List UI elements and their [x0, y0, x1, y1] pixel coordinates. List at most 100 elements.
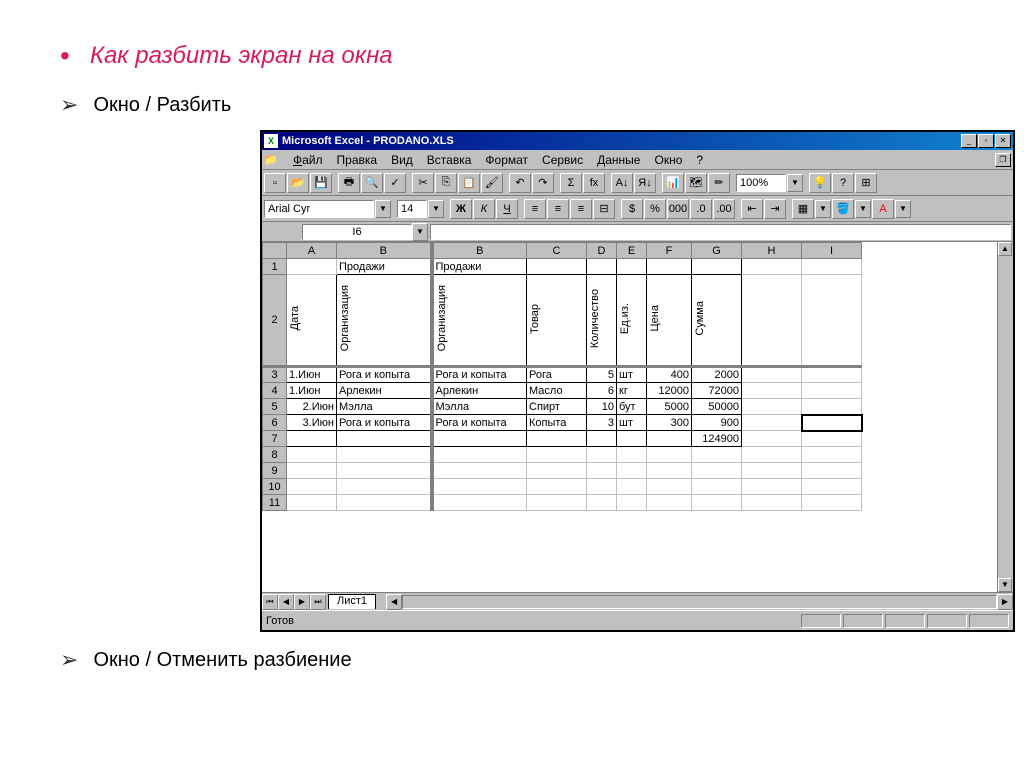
cell[interactable]: Дата — [287, 275, 337, 367]
cell[interactable]: шт — [617, 367, 647, 383]
cell[interactable]: Сумма — [692, 275, 742, 367]
cell[interactable] — [287, 259, 337, 275]
row-header-8[interactable]: 8 — [263, 447, 287, 463]
cell[interactable]: Рога и копыта — [337, 415, 432, 431]
paste-icon[interactable]: 📋 — [458, 173, 480, 193]
cell[interactable] — [802, 383, 862, 399]
cell[interactable] — [527, 259, 587, 275]
cell[interactable]: 6 — [587, 383, 617, 399]
undo-icon[interactable]: ↶ — [509, 173, 531, 193]
cell[interactable] — [742, 399, 802, 415]
menu-help[interactable]: ? — [689, 151, 710, 169]
maximize-button[interactable]: ▫ — [978, 134, 994, 148]
size-select[interactable]: 14 — [397, 200, 427, 218]
percent-icon[interactable]: % — [644, 199, 666, 219]
cell[interactable]: кг — [617, 383, 647, 399]
align-center-icon[interactable]: ≡ — [547, 199, 569, 219]
sum-icon[interactable]: Σ — [560, 173, 582, 193]
cell[interactable]: Рога — [527, 367, 587, 383]
row-header-3[interactable]: 3 — [263, 367, 287, 383]
scroll-up-icon[interactable]: ▲ — [998, 242, 1012, 256]
menu-data[interactable]: Данные — [590, 151, 647, 169]
align-left-icon[interactable]: ≡ — [524, 199, 546, 219]
cell[interactable]: 3 — [587, 415, 617, 431]
row-header-10[interactable]: 10 — [263, 479, 287, 495]
row-header-5[interactable]: 5 — [263, 399, 287, 415]
menu-insert[interactable]: Вставка — [420, 151, 479, 169]
cellref-dropdown[interactable]: ▼ — [412, 223, 428, 241]
cell[interactable]: Масло — [527, 383, 587, 399]
cell[interactable]: Арлекин — [337, 383, 432, 399]
row-header-1[interactable]: 1 — [263, 259, 287, 275]
sheet-tab-1[interactable]: Лист1 — [328, 594, 376, 609]
cell[interactable]: 1.Июн — [287, 383, 337, 399]
close-button[interactable]: ✕ — [995, 134, 1011, 148]
tip-icon[interactable]: 💡 — [809, 173, 831, 193]
cell[interactable]: Рога и копыта — [432, 367, 527, 383]
row-header-4[interactable]: 4 — [263, 383, 287, 399]
col-header-a[interactable]: A — [287, 243, 337, 259]
cell[interactable]: Рога и копыта — [337, 367, 432, 383]
cell[interactable] — [617, 431, 647, 447]
fill-color-icon[interactable]: 🪣 — [832, 199, 854, 219]
next-sheet-icon[interactable]: ▶ — [294, 594, 310, 610]
cell[interactable]: Мэлла — [432, 399, 527, 415]
cell[interactable]: шт — [617, 415, 647, 431]
cell[interactable] — [802, 431, 862, 447]
cell[interactable] — [802, 399, 862, 415]
indent-in-icon[interactable]: ⇥ — [764, 199, 786, 219]
cell[interactable]: 3.Июн — [287, 415, 337, 431]
cell-reference[interactable]: I6 — [302, 224, 412, 240]
sort-desc-icon[interactable]: Я↓ — [634, 173, 656, 193]
cell[interactable] — [587, 259, 617, 275]
cell[interactable]: 1.Июн — [287, 367, 337, 383]
spell-icon[interactable]: ✓ — [384, 173, 406, 193]
cell[interactable]: Мэлла — [337, 399, 432, 415]
restore-button[interactable]: ❐ — [995, 153, 1011, 167]
cell[interactable]: Организация — [337, 275, 432, 367]
cell[interactable] — [287, 431, 337, 447]
cell[interactable] — [432, 431, 527, 447]
row-header-7[interactable]: 7 — [263, 431, 287, 447]
col-header-h[interactable]: H — [742, 243, 802, 259]
col-header-g[interactable]: G — [692, 243, 742, 259]
cell[interactable] — [742, 259, 802, 275]
menu-edit[interactable]: Правка — [330, 151, 385, 169]
cut-icon[interactable]: ✂ — [412, 173, 434, 193]
new-icon[interactable]: ▫ — [264, 173, 286, 193]
cell[interactable] — [742, 415, 802, 431]
preview-icon[interactable]: 🔍 — [361, 173, 383, 193]
cell[interactable]: 5 — [587, 367, 617, 383]
cell[interactable]: 400 — [647, 367, 692, 383]
cell[interactable] — [647, 431, 692, 447]
cell[interactable]: Спирт — [527, 399, 587, 415]
merge-icon[interactable]: ⊟ — [593, 199, 615, 219]
active-cell[interactable] — [802, 415, 862, 431]
format-painter-icon[interactable]: 🖌 — [481, 173, 503, 193]
cell[interactable] — [802, 259, 862, 275]
scroll-down-icon[interactable]: ▼ — [998, 578, 1012, 592]
cell[interactable]: Продажи — [337, 259, 432, 275]
size-dropdown[interactable]: ▼ — [428, 200, 444, 218]
cell[interactable] — [337, 431, 432, 447]
fill-dropdown[interactable]: ▼ — [855, 200, 871, 218]
cell[interactable]: 50000 — [692, 399, 742, 415]
zoom-dropdown[interactable]: ▼ — [787, 174, 803, 192]
menu-window[interactable]: Окно — [647, 151, 689, 169]
cell[interactable] — [742, 367, 802, 383]
scroll-left-icon[interactable]: ◀ — [386, 594, 402, 610]
cell[interactable]: Количество — [587, 275, 617, 367]
cell[interactable] — [647, 259, 692, 275]
cell[interactable]: Рога и копыта — [432, 415, 527, 431]
last-sheet-icon[interactable]: ⏭ — [310, 594, 326, 610]
cell[interactable] — [617, 259, 647, 275]
copy-icon[interactable]: ⎘ — [435, 173, 457, 193]
cell[interactable]: Цена — [647, 275, 692, 367]
first-sheet-icon[interactable]: ⏮ — [262, 594, 278, 610]
font-color-icon[interactable]: A — [872, 199, 894, 219]
cell[interactable]: 10 — [587, 399, 617, 415]
map-icon[interactable]: 🗺 — [685, 173, 707, 193]
draw-icon[interactable]: ✏ — [708, 173, 730, 193]
indent-out-icon[interactable]: ⇤ — [741, 199, 763, 219]
cell[interactable]: 5000 — [647, 399, 692, 415]
